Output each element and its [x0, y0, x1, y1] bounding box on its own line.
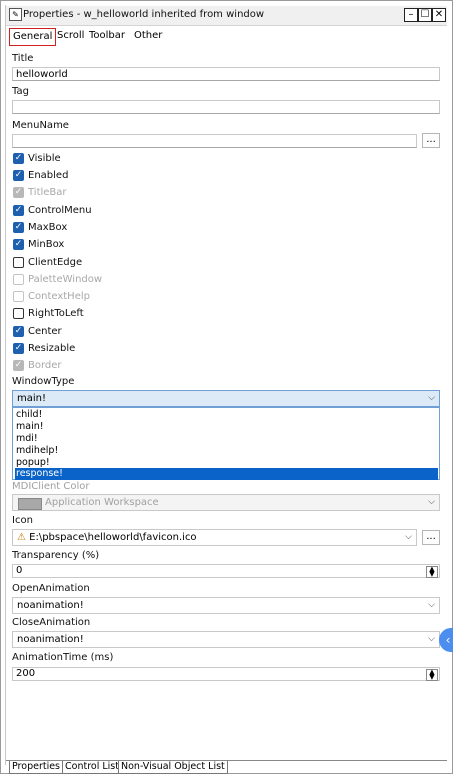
closeanimation-label: CloseAnimation [12, 617, 91, 628]
tab-other[interactable]: Other [131, 28, 165, 44]
contexthelp-checkbox [13, 291, 24, 302]
openanimation-dropdown[interactable]: noanimation! ⌵ [12, 597, 440, 614]
tab-toolbar[interactable]: Toolbar [86, 28, 128, 44]
border-checkbox: ✓ [13, 360, 24, 371]
option-child[interactable]: child! [15, 409, 438, 421]
chevron-down-icon: ⌵ [428, 634, 435, 644]
menuname-browse-button[interactable]: ... [422, 133, 440, 148]
controlmenu-label: ControlMenu [28, 205, 92, 216]
tab-general[interactable]: General [9, 28, 57, 46]
spinner-arrows-icon[interactable]: ▲ ▼ [426, 669, 438, 681]
windowtype-label: WindowType [12, 376, 75, 387]
minbox-checkbox[interactable]: ✓ [13, 239, 24, 250]
visible-checkbox[interactable]: ✓ [13, 153, 24, 164]
righttoleft-label: RightToLeft [28, 308, 84, 319]
option-mdi[interactable]: mdi! [15, 433, 438, 445]
enabled-label: Enabled [28, 170, 69, 181]
spinner-arrows-icon[interactable]: ▲ ▼ [426, 566, 438, 578]
icon-label: Icon [12, 515, 33, 526]
openanimation-value: noanimation! [17, 600, 84, 611]
palettewindow-checkbox [13, 274, 24, 285]
icon-path-value: E:\pbspace\helloworld\favicon.ico [29, 532, 197, 543]
chevron-down-icon: ⌵ [428, 600, 435, 610]
tag-label: Tag [12, 86, 29, 97]
option-main[interactable]: main! [15, 421, 438, 433]
clientedge-checkbox[interactable] [13, 257, 24, 268]
enabled-checkbox[interactable]: ✓ [13, 170, 24, 181]
window-title: Properties - w_helloworld inherited from… [23, 9, 265, 20]
menuname-label: MenuName [12, 120, 69, 131]
maxbox-checkbox[interactable]: ✓ [13, 222, 24, 233]
mdiclient-color-dropdown: Application Workspace ⌵ [12, 494, 440, 511]
transparency-spinner[interactable]: 0 ▲ ▼ [12, 564, 440, 578]
controlmenu-checkbox[interactable]: ✓ [13, 205, 24, 216]
option-mdihelp[interactable]: mdihelp! [15, 445, 438, 457]
animationtime-value: 200 [16, 668, 36, 679]
properties-icon: ✎ [9, 8, 22, 21]
center-checkbox[interactable]: ✓ [13, 326, 24, 337]
icon-browse-button[interactable]: ... [422, 530, 440, 545]
close-button[interactable]: ✕ [432, 8, 446, 22]
color-swatch [18, 498, 42, 510]
maxbox-label: MaxBox [28, 222, 68, 233]
tab-scroll[interactable]: Scroll [54, 28, 87, 44]
chevron-down-icon: ⌵ [428, 497, 435, 507]
chevron-down-icon: ⌵ [405, 532, 412, 542]
transparency-value: 0 [16, 565, 23, 576]
openanimation-label: OpenAnimation [12, 583, 90, 594]
chevron-down-icon: ⌵ [428, 393, 435, 403]
resizable-label: Resizable [28, 343, 76, 354]
palettewindow-label: PaletteWindow [28, 274, 103, 285]
windowtype-value: main! [17, 393, 46, 404]
visible-label: Visible [28, 153, 61, 164]
title-field[interactable]: helloworld [12, 67, 440, 81]
mdiclient-color-value: Application Workspace [45, 497, 159, 508]
mdiclient-color-label: MDIClient Color [12, 481, 90, 492]
tab-control-list[interactable]: Control List [62, 761, 122, 774]
minimize-button[interactable]: – [404, 8, 418, 22]
transparency-label: Transparency (%) [12, 550, 100, 561]
minbox-label: MinBox [28, 239, 65, 250]
windowtype-dropdown[interactable]: main! ⌵ [12, 390, 440, 407]
border-label: Border [28, 360, 62, 371]
menuname-field[interactable] [12, 134, 417, 148]
icon-dropdown[interactable]: ⚠ E:\pbspace\helloworld\favicon.ico ⌵ [12, 529, 417, 546]
warning-icon: ⚠ [17, 532, 26, 543]
closeanimation-dropdown[interactable]: noanimation! ⌵ [12, 631, 440, 648]
contexthelp-label: ContextHelp [28, 291, 90, 302]
animationtime-label: AnimationTime (ms) [12, 652, 114, 663]
tab-properties[interactable]: Properties [9, 761, 64, 774]
animationtime-spinner[interactable]: 200 ▲ ▼ [12, 667, 440, 681]
titlebar-checkbox: ✓ [13, 187, 24, 198]
windowtype-options-list: child! main! mdi! mdihelp! popup! respon… [12, 407, 440, 480]
tag-field[interactable] [12, 100, 440, 114]
righttoleft-checkbox[interactable] [13, 308, 24, 319]
panel-left-border [5, 5, 6, 765]
titlebar-label: TitleBar [28, 187, 67, 198]
closeanimation-value: noanimation! [17, 634, 84, 645]
option-response[interactable]: response! [15, 468, 438, 480]
clientedge-label: ClientEdge [28, 257, 83, 268]
resizable-checkbox[interactable]: ✓ [13, 343, 24, 354]
title-label: Title [12, 53, 34, 64]
restore-button[interactable]: ☐ [418, 8, 432, 22]
center-label: Center [28, 326, 62, 337]
tab-non-visual-object-list[interactable]: Non-Visual Object List [118, 761, 228, 774]
